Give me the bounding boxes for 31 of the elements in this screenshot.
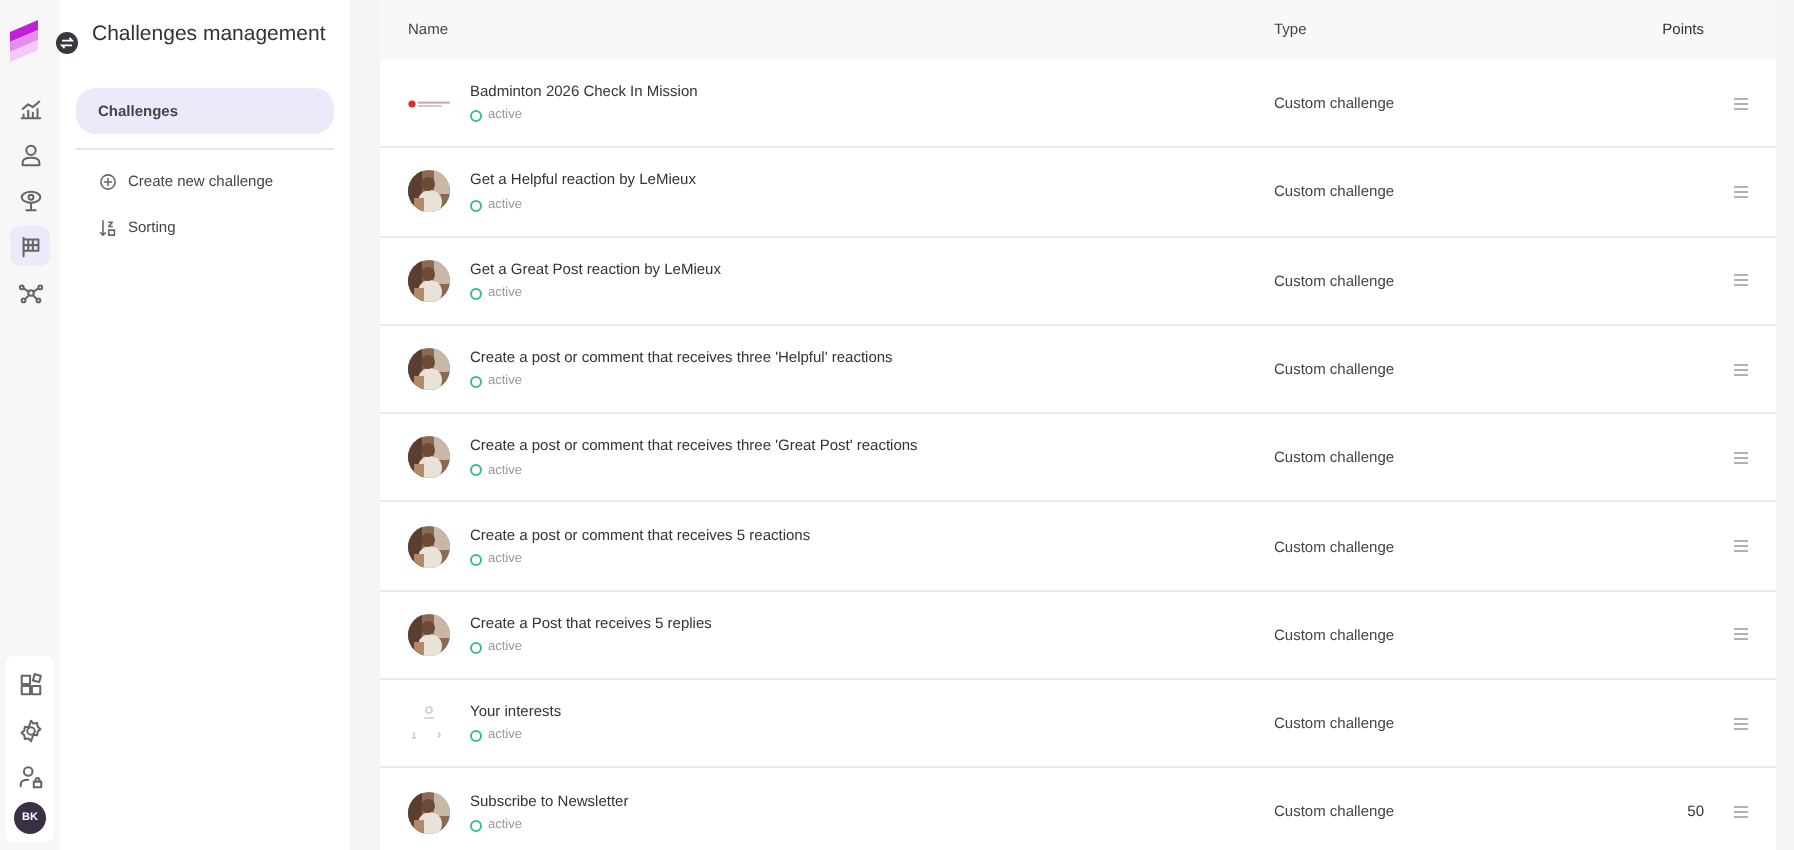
flag-icon [17,233,43,259]
drag-handle-icon[interactable] [1733,628,1747,641]
apps-icon [17,671,43,697]
user-lock-icon [17,763,43,789]
chart-icon [17,95,43,121]
settings-icon [17,717,43,743]
status-icon [470,464,482,477]
user-icon [17,141,43,167]
network-icon [17,279,43,305]
sort-icon [98,217,118,238]
status-icon [470,110,482,123]
drag-handle-icon[interactable] [1733,717,1747,730]
add-icon [98,171,118,192]
status-icon [470,376,482,389]
drag-handle-icon[interactable] [1733,806,1747,819]
panel-title: Challenges management [90,20,328,50]
status-icon [470,819,482,832]
switch-icon[interactable] [56,32,78,54]
status-icon [470,199,482,212]
drag-handle-icon[interactable] [1733,451,1747,464]
flag-nav-button[interactable] [10,226,50,266]
status-icon [470,553,482,566]
status-icon [470,287,482,300]
drag-handle-icon[interactable] [1733,363,1747,376]
drag-handle-icon[interactable] [1733,185,1747,198]
drag-handle-icon[interactable] [1733,540,1747,553]
drag-handle-icon[interactable] [1733,274,1747,287]
drag-handle-icon[interactable] [1733,97,1747,110]
status-icon [470,642,482,655]
logo-icon [408,99,450,108]
status-icon [470,730,482,743]
